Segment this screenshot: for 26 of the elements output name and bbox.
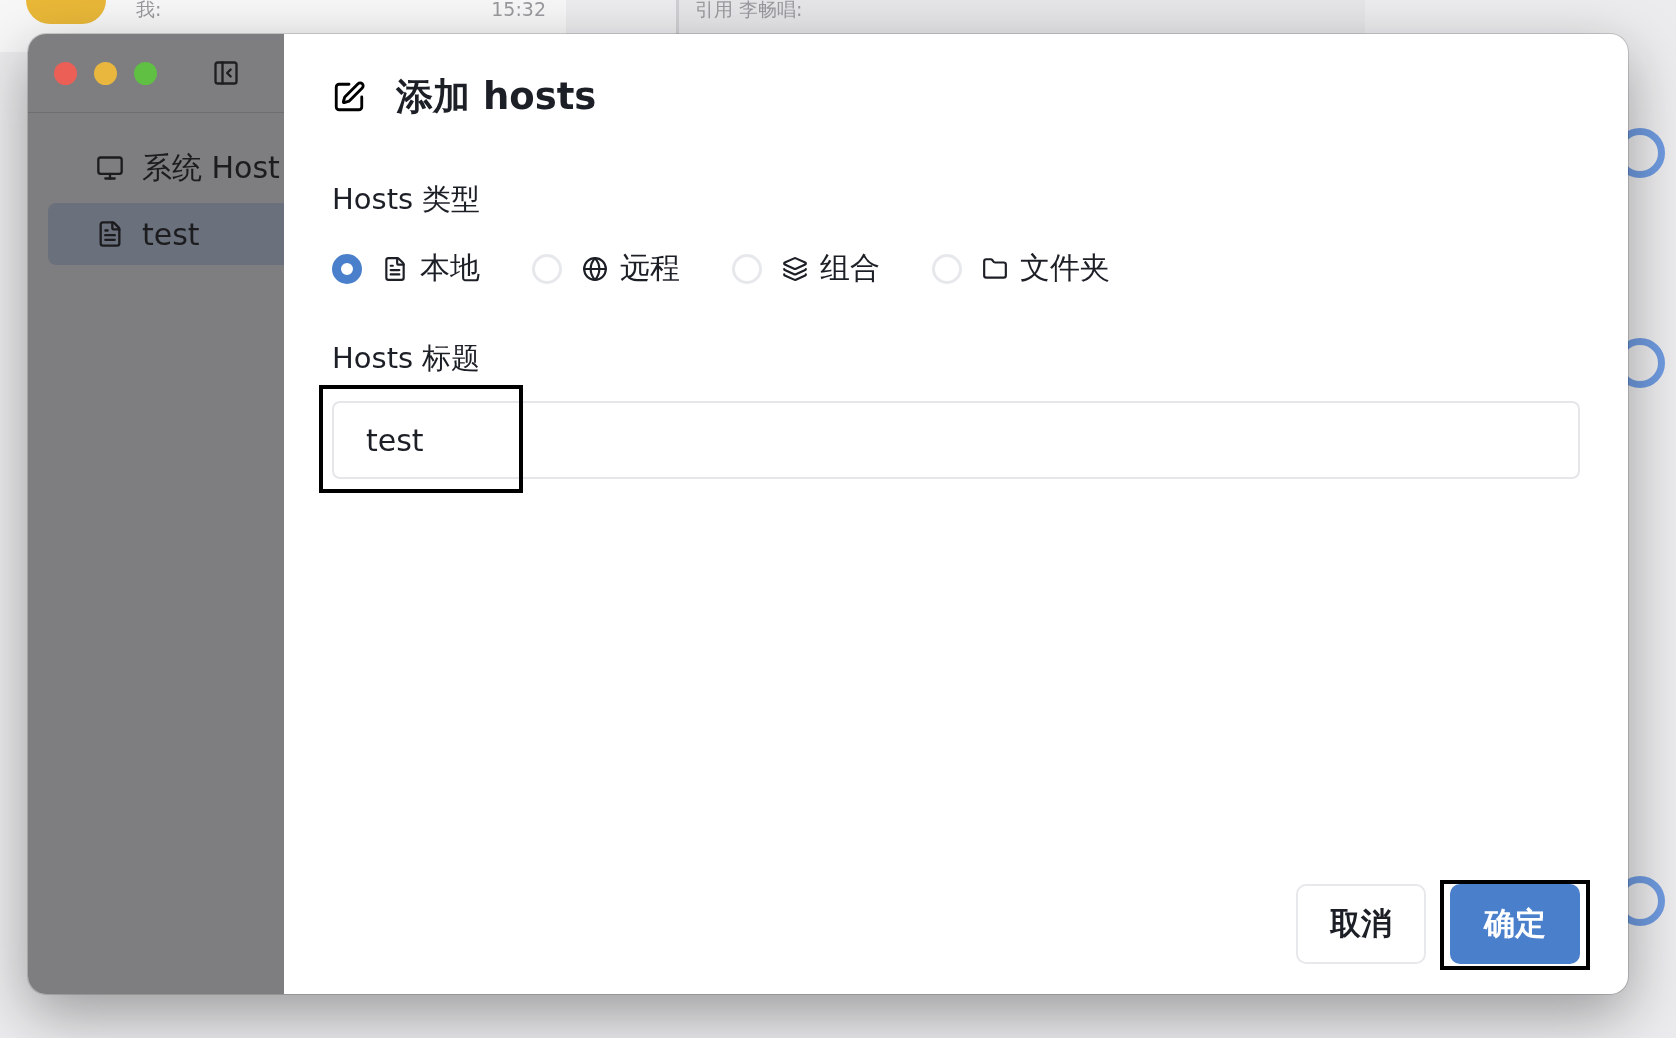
folder-icon (982, 255, 1008, 282)
radio-button[interactable] (332, 253, 362, 284)
radio-option[interactable]: 远程 (532, 248, 684, 289)
globe-icon (582, 255, 608, 282)
edit-icon (332, 80, 366, 114)
sidebar-item[interactable]: 系统 Host (48, 137, 284, 199)
radio-option[interactable]: 组合 (732, 248, 884, 289)
confirm-button[interactable]: 确定 (1450, 884, 1580, 964)
message-time: 15:32 (491, 0, 546, 19)
close-window-button[interactable] (54, 61, 77, 85)
radio-option[interactable]: 文件夹 (932, 248, 1110, 289)
minimize-window-button[interactable] (94, 61, 117, 85)
document-icon (382, 255, 408, 282)
message-sender: 我: (136, 0, 162, 19)
avatar-icon (26, 0, 106, 24)
input-field[interactable]: test (332, 401, 1580, 479)
field-label: Hosts 类型 (332, 181, 482, 218)
quote-text: 引用 李畅唱: (695, 0, 803, 20)
cancel-button[interactable]: 取消 (1296, 884, 1426, 964)
layers-icon (782, 255, 808, 282)
zoom-window-button[interactable] (134, 61, 157, 85)
sidebar-toggle-icon[interactable] (212, 59, 240, 87)
monitor-icon (96, 154, 124, 182)
dialog-title: 添加 hosts (396, 74, 597, 120)
radio-option[interactable]: 本地 (332, 248, 484, 289)
field-label: Hosts 标题 (332, 340, 482, 377)
